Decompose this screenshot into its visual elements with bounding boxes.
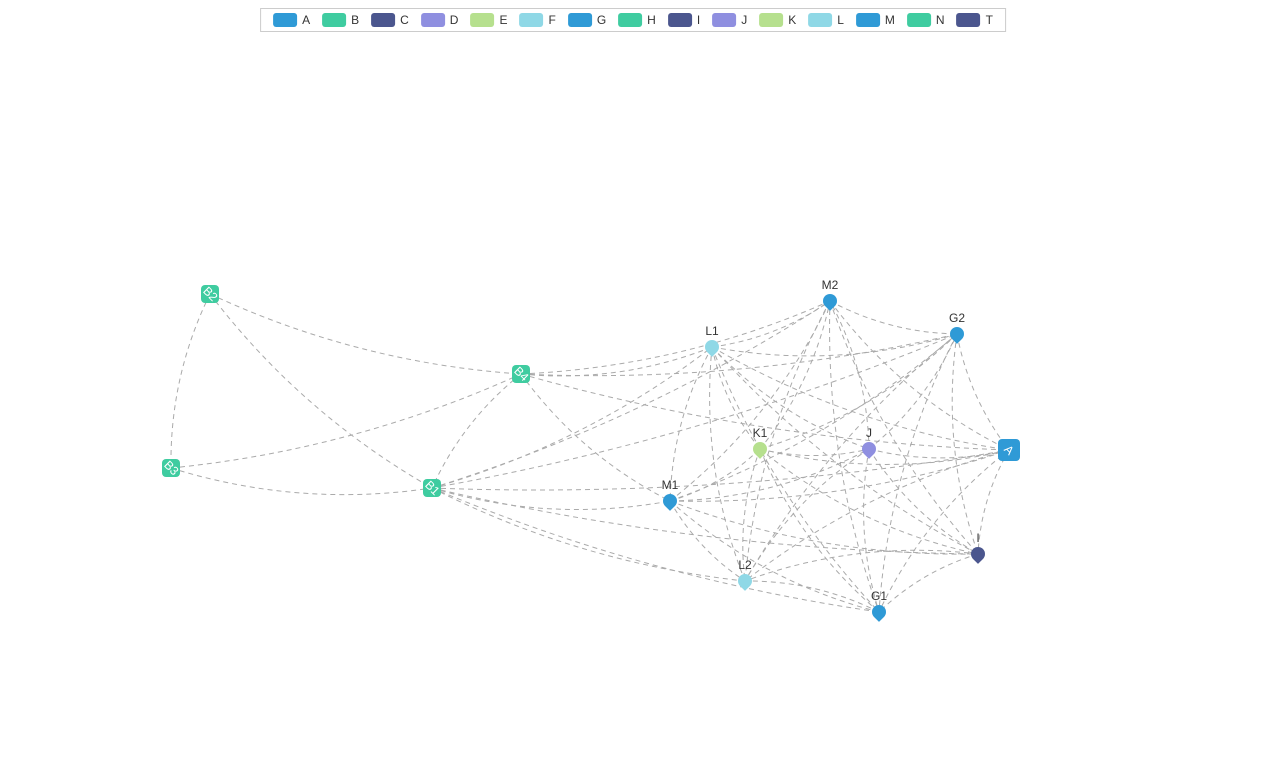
node-K1[interactable]: K1 [753,442,767,456]
node-G2[interactable]: G2 [950,327,964,341]
node-shape-L2 [735,571,755,591]
node-shape-G1 [869,602,889,622]
node-B4[interactable]: B4 [512,365,530,383]
node-J[interactable]: J [862,442,876,456]
node-label-B2: B2 [200,284,220,304]
node-shape-J [859,439,879,459]
node-shape-K1 [750,439,770,459]
node-B1[interactable]: B1 [423,479,441,497]
node-shape-M2 [820,291,840,311]
node-label-L2: L2 [738,558,751,572]
node-shape-B2: B2 [201,285,219,303]
node-L1[interactable]: L1 [705,340,719,354]
node-label-K1: K1 [753,426,768,440]
node-label-M2: M2 [822,278,839,292]
node-B2[interactable]: B2 [201,285,219,303]
node-shape-B4: B4 [512,365,530,383]
node-label-G2: G2 [949,311,965,325]
node-shape-A: A [998,439,1020,461]
node-G1[interactable]: G1 [872,605,886,619]
node-shape-I [968,544,988,564]
node-shape-L1 [702,337,722,357]
node-label-J: J [866,426,872,440]
node-shape-B3: B3 [162,459,180,477]
node-label-B4: B4 [511,364,531,384]
node-L2[interactable]: L2 [738,574,752,588]
node-A[interactable]: A [998,439,1020,461]
node-label-I: I [976,531,979,545]
node-shape-M1 [660,491,680,511]
node-label-B3: B3 [161,458,181,478]
node-label-M1: M1 [662,478,679,492]
node-label-G1: G1 [871,589,887,603]
node-label-B1: B1 [422,478,442,498]
graph-nodes-layer: A B1 B2 B3 B4 G1 G2 I J K1 L1 L2 M1 M2 [0,0,1266,758]
node-label-L1: L1 [705,324,718,338]
node-M1[interactable]: M1 [663,494,677,508]
node-shape-G2 [947,324,967,344]
node-M2[interactable]: M2 [823,294,837,308]
node-shape-B1: B1 [423,479,441,497]
node-label-A: A [1001,442,1017,458]
node-I[interactable]: I [971,547,985,561]
node-B3[interactable]: B3 [162,459,180,477]
